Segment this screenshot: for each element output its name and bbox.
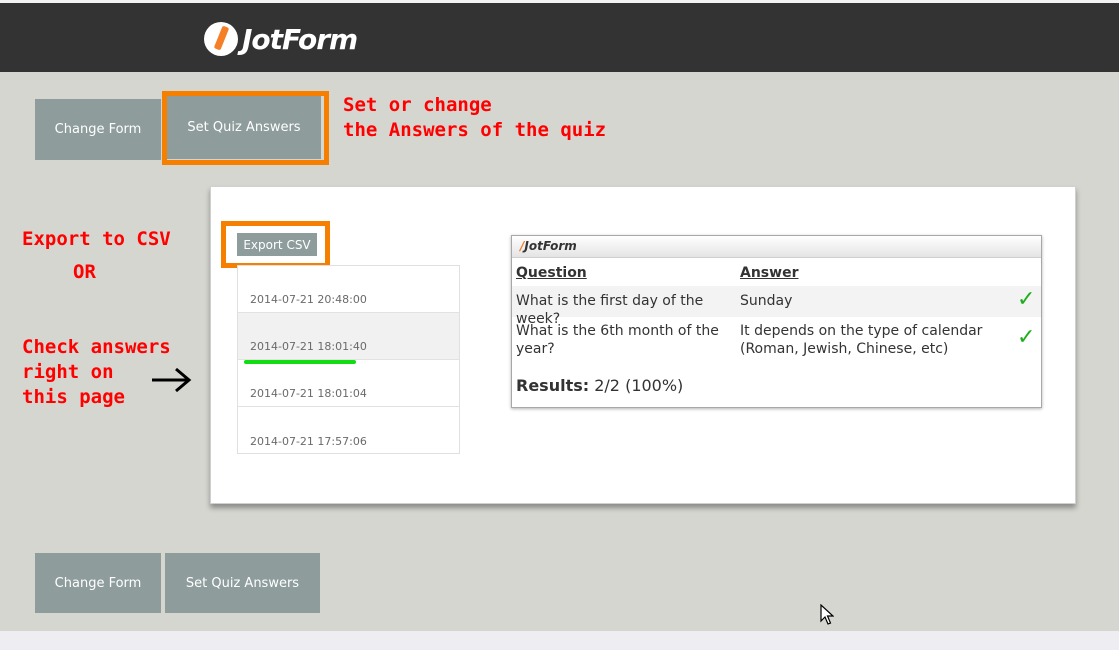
submission-result-card: /JotForm Question Answer What is the fir… [511, 235, 1042, 408]
list-item[interactable]: 2014-07-21 17:57:06 [238, 407, 459, 454]
answer-cell: It depends on the type of calendar (Roma… [740, 323, 983, 357]
highlight-underline [244, 360, 356, 364]
card-brand: /JotForm [520, 239, 577, 253]
results-label: Results: [516, 376, 590, 395]
submission-date: 2014-07-21 20:48:00 [250, 293, 367, 306]
answer-cell: Sunday [740, 293, 793, 309]
submission-date: 2014-07-21 18:01:04 [250, 387, 367, 400]
brand-name: JotForm [242, 22, 358, 56]
list-item[interactable]: 2014-07-21 18:01:04 [238, 360, 459, 407]
results-summary: Results: 2/2 (100%) [516, 376, 683, 395]
highlight-set-quiz-answers [162, 91, 329, 165]
column-header-answer: Answer [740, 265, 799, 281]
card-brand-text: JotForm [524, 239, 577, 253]
annotation-set-answers: Set or change the Answers of the quiz [343, 94, 607, 141]
submission-date: 2014-07-21 17:57:06 [250, 435, 367, 448]
question-cell: What is the 6th month of the year? [516, 323, 719, 357]
arrow-right-icon [152, 367, 192, 393]
annotation-or: OR [73, 261, 96, 283]
checkmark-icon: ✓ [1017, 287, 1036, 312]
card-header: /JotForm [512, 236, 1041, 258]
list-item[interactable]: 2014-07-21 20:48:00 [238, 266, 459, 313]
highlight-export-csv [221, 221, 330, 268]
annotation-check-answers: Check answers right on this page [22, 336, 171, 408]
table-row: What is the first day of the week? Sunda… [512, 286, 1041, 327]
column-header-question: Question [516, 265, 587, 281]
mouse-cursor-icon [820, 604, 834, 625]
set-quiz-answers-button-bottom[interactable]: Set Quiz Answers [165, 553, 320, 613]
jotform-logo[interactable]: JotForm [204, 21, 358, 57]
change-form-button[interactable]: Change Form [35, 99, 161, 160]
change-form-button-bottom[interactable]: Change Form [35, 553, 161, 613]
submission-date: 2014-07-21 18:01:40 [250, 340, 367, 353]
checkmark-icon: ✓ [1017, 325, 1036, 350]
results-value: 2/2 (100%) [594, 376, 684, 395]
list-item-selected[interactable]: 2014-07-21 18:01:40 [238, 313, 459, 360]
jotform-logo-icon [204, 22, 238, 56]
footer-strip [0, 631, 1119, 650]
table-row: What is the 6th month of the year? It de… [512, 317, 1041, 361]
annotation-export: Export to CSV [22, 228, 171, 250]
app-header: JotForm [0, 0, 1119, 72]
